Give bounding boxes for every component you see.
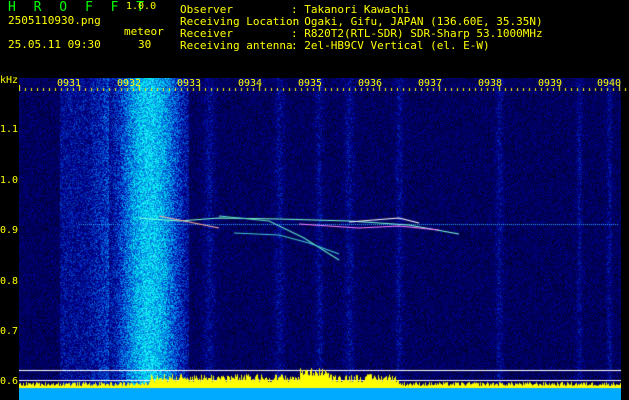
freq-tick-label: 1.1: [0, 124, 19, 135]
filename: 2505110930.png: [8, 14, 101, 27]
mode-label: meteor: [124, 25, 164, 38]
freq-tick-label: 0.9: [0, 225, 19, 236]
freq-tick-label: 0.8: [0, 276, 19, 287]
freq-tick-label: 0.6: [0, 376, 19, 387]
frequency-axis: kHz 1.1 1.0 0.9 0.8 0.7 0.6: [0, 75, 20, 400]
freq-unit-label: kHz: [0, 75, 19, 86]
app-version: 1.0.0: [126, 1, 157, 12]
freq-tick-label: 1.0: [0, 175, 19, 186]
antenna-value: : 2el-HB9CV Vertical (el. E-W): [291, 39, 490, 52]
antenna-label: Receiving antenna: [180, 39, 293, 52]
spectrogram: [19, 78, 621, 400]
freq-tick-label: 0.7: [0, 326, 19, 337]
time-ruler: [19, 85, 629, 91]
header-panel: H R O F F T 1.0.0 2505110930.png meteor …: [0, 0, 629, 75]
count: 30: [138, 38, 152, 51]
datetime: 25.05.11 09:30: [8, 38, 101, 51]
